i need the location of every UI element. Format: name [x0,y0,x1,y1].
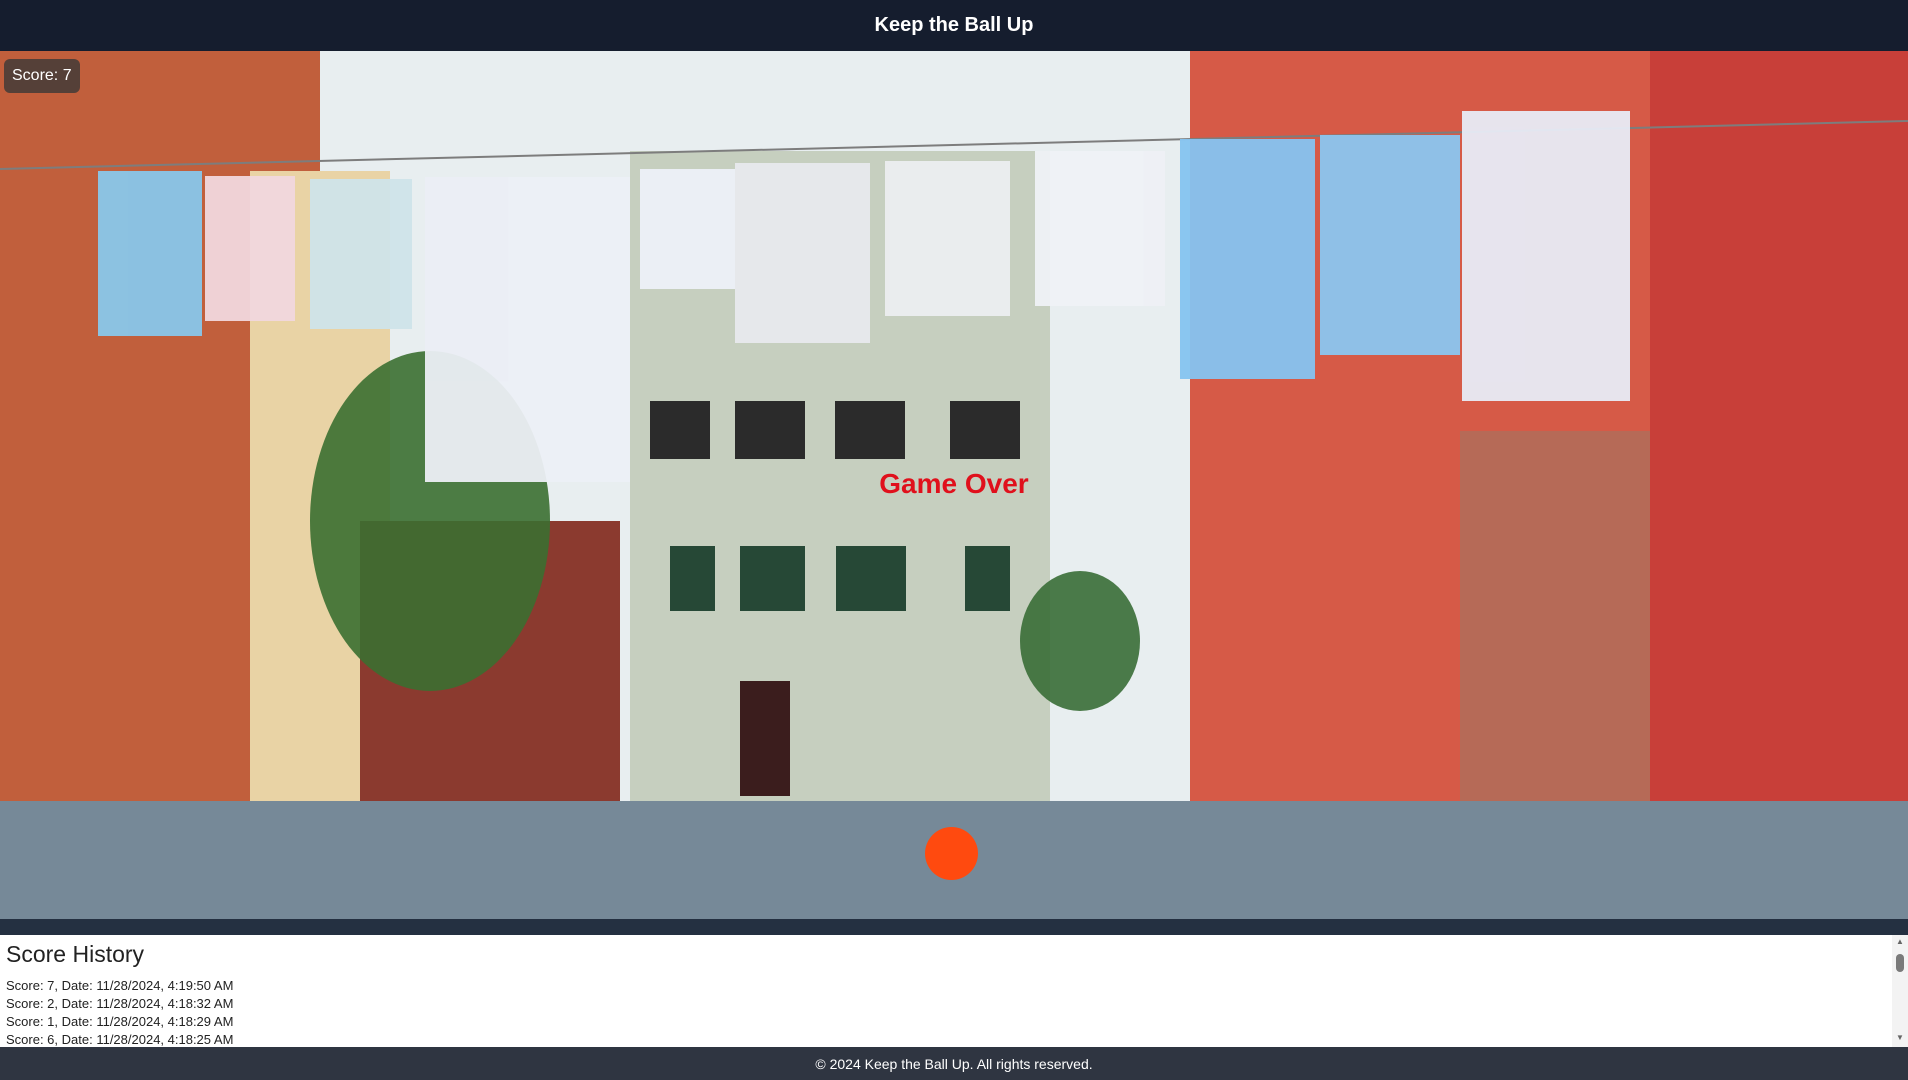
score-label: Score: 7 [12,67,72,84]
score-badge: Score: 7 [4,59,80,93]
app-title: Keep the Ball Up [874,14,1034,36]
history-item: Score: 7, Date: 11/28/2024, 4:19:50 AM [6,978,234,993]
history-item: Score: 1, Date: 11/28/2024, 4:18:29 AM [6,1014,234,1029]
history-scrollbar[interactable]: ▲ ▼ [1892,935,1908,1047]
scroll-down-icon[interactable]: ▼ [1892,1033,1908,1045]
app-header: Keep the Ball Up [0,0,1908,51]
footer: © 2024 Keep the Ball Up. All rights rese… [0,1047,1908,1080]
game-canvas[interactable]: Score: 7 Game Over [0,51,1908,919]
game-over-text: Game Over [879,468,1029,499]
score-history-title: Score History [6,941,145,967]
footer-text: © 2024 Keep the Ball Up. All rights rese… [815,1055,1093,1072]
section-divider [0,919,1908,935]
history-item: Score: 2, Date: 11/28/2024, 4:18:32 AM [6,996,234,1011]
game-ball[interactable] [925,827,978,880]
score-history-panel[interactable]: Score History Score: 7, Date: 11/28/2024… [0,935,1908,1047]
scroll-up-icon[interactable]: ▲ [1892,937,1908,949]
score-history-list: Score: 7, Date: 11/28/2024, 4:19:50 AM S… [6,977,233,1047]
history-item: Score: 6, Date: 11/28/2024, 4:18:25 AM [6,1032,234,1047]
scrollbar-thumb[interactable] [1896,954,1904,972]
